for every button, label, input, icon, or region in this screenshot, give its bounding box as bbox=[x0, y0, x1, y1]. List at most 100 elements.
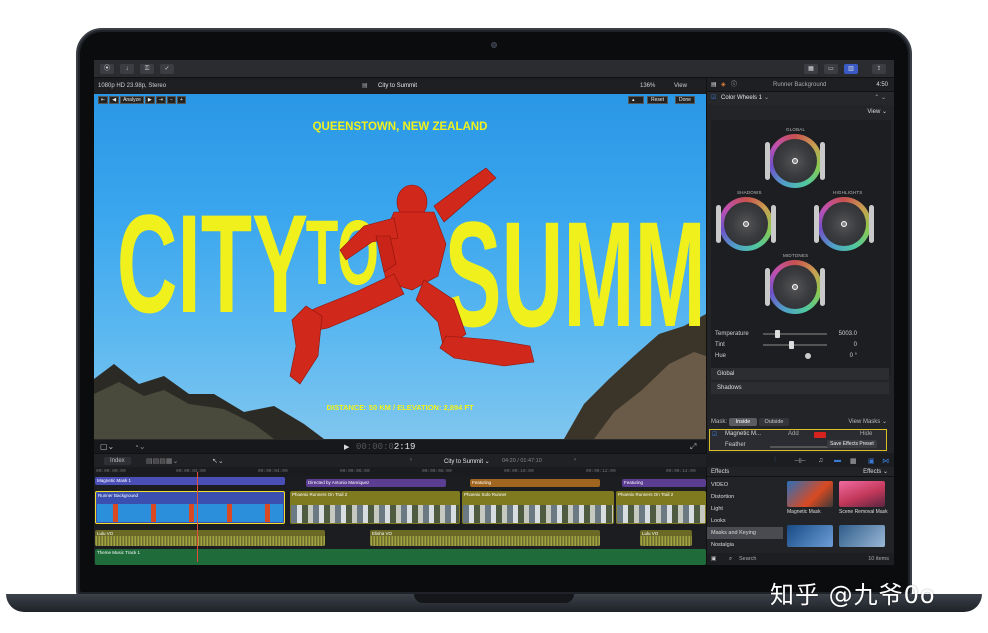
highlights-wheel[interactable] bbox=[814, 197, 874, 251]
vo-clip-3[interactable]: Lulu VO bbox=[640, 530, 692, 546]
rewind-icon[interactable]: ⇤ bbox=[98, 96, 109, 104]
phoenix-clip-1[interactable]: Phoenix Runners On Trail 2 bbox=[290, 491, 460, 524]
highlights-saturation-slider[interactable] bbox=[814, 205, 819, 243]
analyze-button[interactable]: Analyze bbox=[120, 96, 144, 104]
shadows-wheel-puck[interactable] bbox=[743, 221, 749, 227]
reset-button[interactable]: Reset bbox=[647, 96, 669, 104]
phoenix-clip-2[interactable]: Phoenix Solo Runner bbox=[462, 491, 614, 524]
inspector-toggle-icon[interactable]: ▥ bbox=[844, 64, 858, 74]
effects-search-input[interactable]: Search bbox=[739, 553, 756, 565]
category-distortion[interactable]: Distortion bbox=[707, 491, 783, 503]
vo-clip-2[interactable]: Elisha VO bbox=[370, 530, 600, 546]
save-effects-preset-button[interactable]: Save Effects Preset bbox=[827, 440, 877, 448]
timeline-toggle-icon[interactable]: ▭ bbox=[824, 64, 838, 74]
scene-removal-mask-tile[interactable] bbox=[839, 481, 885, 507]
mask-outside-button[interactable]: Outside bbox=[759, 418, 789, 426]
timeline-ruler[interactable]: 00:00:00:00 00:00:02:00 00:00:04:00 00:0… bbox=[94, 467, 706, 476]
mask-inside-button[interactable]: Inside bbox=[729, 418, 757, 426]
audio-skimming-icon[interactable]: ⫶ bbox=[774, 457, 776, 465]
global-brightness-slider[interactable] bbox=[820, 142, 825, 180]
film-icon[interactable]: ▤ bbox=[711, 78, 717, 92]
effect-tile[interactable] bbox=[839, 525, 885, 547]
forward-icon[interactable]: › bbox=[574, 457, 576, 463]
category-looks[interactable]: Looks bbox=[707, 515, 783, 527]
category-nostalgia[interactable]: Nostalgia bbox=[707, 539, 783, 551]
music-clip[interactable]: Theme Music Track 1 bbox=[95, 549, 706, 565]
midtones-wheel-puck[interactable] bbox=[792, 284, 798, 290]
color-icon[interactable]: ◈ bbox=[721, 78, 726, 92]
step-forward-icon[interactable]: ▶ bbox=[144, 96, 155, 104]
step-back-icon[interactable]: ◀ bbox=[109, 96, 120, 104]
effects-browser-icon[interactable]: ▣ bbox=[868, 457, 875, 465]
category-masks-and-keying[interactable]: Masks and Keying bbox=[707, 527, 783, 539]
runner-background-clip[interactable]: Runner Background bbox=[95, 491, 285, 524]
effect-checkbox-icon[interactable]: ☑ bbox=[711, 92, 716, 105]
mask-add-button[interactable]: Add bbox=[788, 431, 799, 437]
category-video[interactable]: VIDEO bbox=[707, 479, 783, 491]
midtones-brightness-slider[interactable] bbox=[820, 268, 825, 306]
section-global[interactable]: Global bbox=[711, 368, 889, 380]
section-shadows[interactable]: Shadows bbox=[711, 382, 889, 394]
mask-hide-button[interactable]: Hide bbox=[860, 431, 872, 437]
hue-value[interactable]: 0 ° bbox=[850, 351, 857, 361]
shadows-saturation-slider[interactable] bbox=[716, 205, 721, 243]
plus-icon[interactable]: + bbox=[176, 96, 186, 104]
snapping-icon[interactable]: ⊣⊢ bbox=[794, 457, 806, 465]
checkmark-icon[interactable]: ✓ bbox=[160, 64, 174, 74]
tint-value[interactable]: 0 bbox=[854, 340, 857, 350]
timeline-project-menu[interactable]: City to Summit ⌄ bbox=[444, 458, 490, 465]
headphones-icon[interactable]: ♫ bbox=[818, 457, 823, 464]
tint-slider[interactable] bbox=[763, 341, 827, 349]
highlights-wheel-puck[interactable] bbox=[841, 221, 847, 227]
magnetic-mask-tile[interactable] bbox=[787, 481, 833, 507]
zoom-menu[interactable]: 136% bbox=[640, 80, 655, 92]
global-wheel[interactable] bbox=[765, 134, 825, 188]
effect-options-icon[interactable]: ⌃ ⌄ bbox=[874, 92, 886, 105]
mask-person-icon[interactable]: ▴ bbox=[628, 96, 644, 104]
speed-icon[interactable]: ◔⌄ bbox=[134, 442, 146, 451]
hue-dial-icon[interactable] bbox=[805, 353, 811, 359]
feather-slider[interactable] bbox=[770, 446, 830, 448]
temperature-slider[interactable] bbox=[763, 330, 827, 338]
mask-checkbox-icon[interactable]: ☑ bbox=[712, 431, 717, 438]
title-clip-3[interactable]: Featuring bbox=[622, 479, 706, 487]
effect-name[interactable]: Color Wheels 1 bbox=[721, 92, 762, 105]
index-button[interactable]: Index bbox=[104, 457, 131, 465]
mask-color-swatch[interactable] bbox=[814, 432, 826, 438]
share-icon[interactable]: ⇪ bbox=[872, 64, 886, 74]
vo-clip-1[interactable]: Lulu VO bbox=[95, 530, 325, 546]
midtones-saturation-slider[interactable] bbox=[765, 268, 770, 306]
done-button[interactable]: Done bbox=[675, 96, 695, 104]
clip-appearance-icon[interactable]: ▤▤▤▦⌄ bbox=[146, 457, 178, 465]
global-saturation-slider[interactable] bbox=[765, 142, 770, 180]
back-icon[interactable]: ‹ bbox=[410, 457, 412, 463]
temperature-value[interactable]: 5003.0 bbox=[839, 329, 857, 339]
forward-icon[interactable]: ⇥ bbox=[155, 96, 166, 104]
playhead[interactable] bbox=[197, 472, 198, 562]
shadows-brightness-slider[interactable] bbox=[771, 205, 776, 243]
wheels-view-menu[interactable]: View ⌄ bbox=[867, 106, 887, 118]
viewer-canvas[interactable]: QUEENSTOWN, NEW ZEALAND CITY TO SUMMIT D… bbox=[94, 94, 706, 439]
browser-toggle-icon[interactable]: ▦ bbox=[804, 64, 818, 74]
viewer-view-menu[interactable]: View bbox=[674, 80, 687, 92]
record-icon[interactable]: ⦿ bbox=[100, 64, 114, 74]
mask-clip[interactable]: Magnetic Mask 1 bbox=[95, 477, 285, 485]
effects-filter-menu[interactable]: Effects ⌄ bbox=[863, 467, 888, 477]
transitions-browser-icon[interactable]: ⋈ bbox=[882, 457, 889, 465]
phoenix-clip-3[interactable]: Phoenix Runners On Trail 2 bbox=[616, 491, 706, 524]
info-icon[interactable]: ⓘ bbox=[731, 78, 737, 92]
key-icon[interactable]: ⚿ bbox=[140, 64, 154, 74]
view-masks-menu[interactable]: View Masks ⌄ bbox=[848, 416, 887, 428]
midtones-wheel[interactable] bbox=[765, 260, 825, 314]
sidebar-toggle-icon[interactable]: ▣ bbox=[711, 553, 716, 565]
solo-icon[interactable]: ▬ bbox=[834, 457, 841, 464]
play-icon[interactable]: ▶ bbox=[344, 443, 349, 451]
category-light[interactable]: Light bbox=[707, 503, 783, 515]
effect-row[interactable]: ☑ Color Wheels 1 ⌄ ⌃ ⌄ bbox=[707, 92, 894, 105]
effect-tile[interactable] bbox=[787, 525, 833, 547]
shadows-wheel[interactable] bbox=[716, 197, 776, 251]
global-wheel-puck[interactable] bbox=[792, 158, 798, 164]
highlights-brightness-slider[interactable] bbox=[869, 205, 874, 243]
title-clip-1[interactable]: Directed by Antonio Manriquez bbox=[306, 479, 446, 487]
clip-icon[interactable]: ▦ bbox=[850, 457, 857, 465]
